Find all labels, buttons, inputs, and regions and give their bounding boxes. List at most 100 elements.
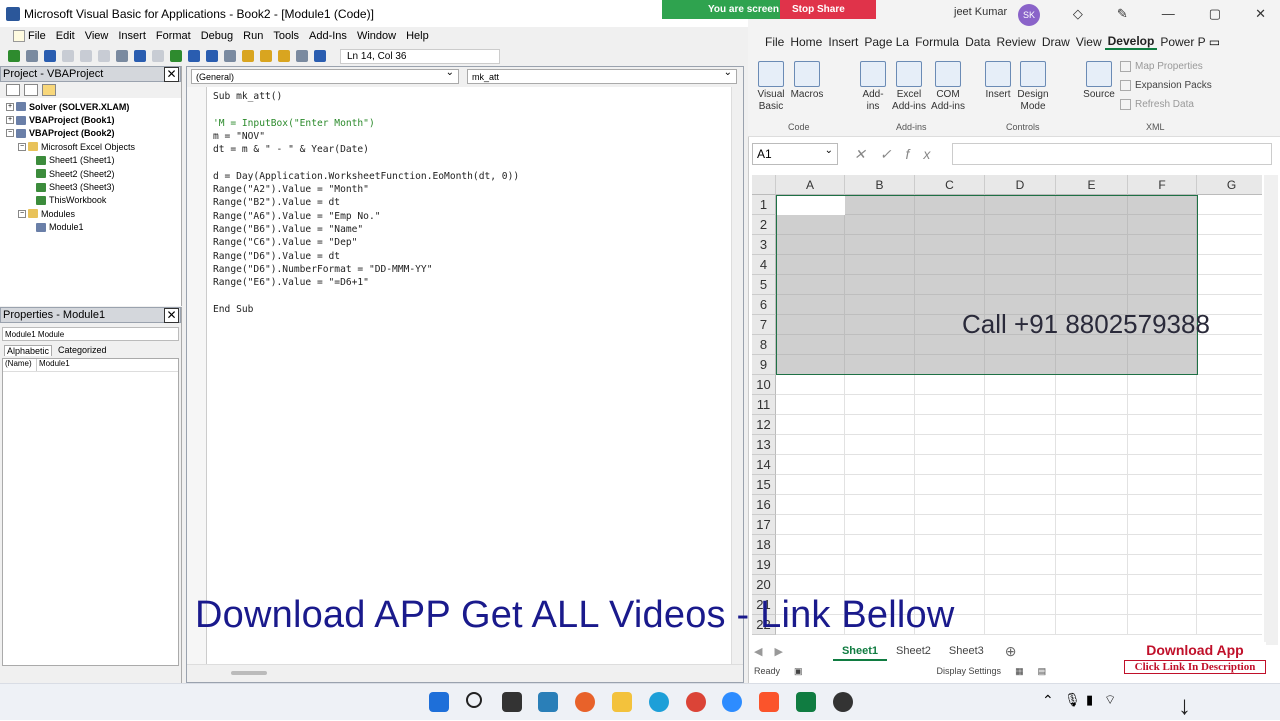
tree-item[interactable]: − VBAProject (Book2) — [6, 127, 181, 140]
ribbon-tab[interactable]: Develop — [1104, 34, 1158, 50]
tree-item[interactable]: + Solver (SOLVER.XLAM) — [6, 100, 181, 113]
row-header[interactable]: 15 — [752, 475, 776, 495]
save-icon[interactable] — [44, 50, 56, 62]
comments-icon[interactable]: ▭ — [1209, 35, 1220, 49]
active-cell[interactable] — [777, 196, 845, 215]
code-vertical-scrollbar[interactable] — [731, 87, 743, 664]
object-browser-icon[interactable] — [278, 50, 290, 62]
tab-categorized[interactable]: Categorized — [58, 345, 107, 356]
ribbon-tab[interactable]: Power P — [1157, 35, 1208, 49]
column-header[interactable]: A — [776, 175, 845, 195]
menu-item-run[interactable]: Run — [238, 30, 268, 42]
column-header[interactable]: D — [985, 175, 1056, 195]
menu-item-debug[interactable]: Debug — [196, 30, 238, 42]
sheet-nav-arrow-icon[interactable]: ▶ — [768, 645, 788, 658]
row-header[interactable]: 20 — [752, 575, 776, 595]
tree-item[interactable]: + VBAProject (Book1) — [6, 113, 181, 126]
brave-icon[interactable] — [759, 692, 779, 712]
tree-item[interactable]: ThisWorkbook — [6, 194, 181, 207]
excel-icon[interactable] — [796, 692, 816, 712]
sheet-nav-arrow-icon[interactable]: ◀ — [748, 645, 768, 658]
file-explorer-icon[interactable] — [612, 692, 632, 712]
refresh-data-button[interactable]: Refresh Data — [1120, 99, 1194, 110]
tree-item[interactable]: − Modules — [6, 207, 181, 220]
expand-icon[interactable]: − — [18, 209, 26, 218]
search-icon[interactable] — [466, 692, 482, 708]
menu-item-insert[interactable]: Insert — [113, 30, 151, 42]
microphone-icon[interactable]: 🎙 — [1064, 692, 1081, 708]
run-icon[interactable] — [170, 50, 182, 62]
close-icon[interactable]: ✕ — [164, 67, 179, 82]
row-header[interactable]: 14 — [752, 455, 776, 475]
paste-icon[interactable] — [98, 50, 110, 62]
com-addins-button[interactable]: COM Add-ins — [930, 61, 966, 113]
code-horizontal-scrollbar[interactable] — [187, 664, 743, 682]
formula-icons[interactable]: ✕✓fx — [854, 146, 944, 163]
row-header[interactable]: 17 — [752, 515, 776, 535]
reset-icon[interactable] — [206, 50, 218, 62]
ribbon-tab[interactable]: Home — [787, 35, 825, 49]
chrome-icon[interactable] — [686, 692, 706, 712]
source-button[interactable]: Source — [1082, 61, 1116, 101]
tree-item[interactable]: Module1 — [6, 221, 181, 234]
ribbon-tab[interactable]: Draw — [1039, 35, 1073, 49]
tree-item[interactable]: − Microsoft Excel Objects — [6, 140, 181, 153]
property-value[interactable]: Module1 — [37, 359, 70, 371]
diamond-icon[interactable]: ◇ — [1073, 6, 1083, 22]
edge-icon[interactable] — [649, 692, 669, 712]
toggle-folders-icon[interactable] — [42, 84, 56, 96]
find-icon[interactable] — [116, 50, 128, 62]
toolbox-icon[interactable] — [296, 50, 308, 62]
scroll-thumb[interactable] — [231, 671, 267, 675]
sheet-tab[interactable]: Sheet3 — [940, 641, 993, 661]
design-mode-icon[interactable] — [224, 50, 236, 62]
selected-range[interactable] — [776, 195, 1198, 375]
obs-icon[interactable] — [833, 692, 853, 712]
ribbon-tab[interactable]: File — [762, 35, 787, 49]
ribbon-tab[interactable]: Insert — [825, 35, 861, 49]
menu-item-view[interactable]: View — [80, 30, 114, 42]
row-header[interactable]: 13 — [752, 435, 776, 455]
row-header[interactable]: 7 — [752, 315, 776, 335]
properties-window-icon[interactable] — [260, 50, 272, 62]
row-header[interactable]: 11 — [752, 395, 776, 415]
design-mode-button[interactable]: Design Mode — [1016, 61, 1050, 113]
tree-item[interactable]: Sheet1 (Sheet1) — [6, 154, 181, 167]
row-header[interactable]: 19 — [752, 555, 776, 575]
insert-control-button[interactable]: Insert — [984, 61, 1012, 101]
ribbon-tab[interactable]: View — [1073, 35, 1105, 49]
display-settings[interactable]: Display Settings — [937, 666, 1002, 676]
page-layout-icon[interactable]: ▤ — [1038, 666, 1047, 677]
sheet-vertical-scrollbar[interactable] — [1264, 175, 1278, 645]
add-sheet-icon[interactable]: ⊕ — [1005, 643, 1017, 660]
view-object-icon[interactable] — [24, 84, 38, 96]
row-header[interactable]: 16 — [752, 495, 776, 515]
help-icon[interactable] — [314, 50, 326, 62]
row-header[interactable]: 18 — [752, 535, 776, 555]
view-code-icon[interactable] — [6, 84, 20, 96]
copy-icon[interactable] — [80, 50, 92, 62]
procedure-dropdown[interactable]: mk_att — [467, 67, 737, 84]
project-explorer-icon[interactable] — [242, 50, 254, 62]
expansion-packs-button[interactable]: Expansion Packs — [1120, 80, 1212, 91]
stop-share-button[interactable]: Stop Share — [780, 0, 876, 19]
redo-icon[interactable] — [152, 50, 164, 62]
expand-icon[interactable]: − — [6, 129, 14, 138]
minimize-icon[interactable]: — — [1162, 6, 1175, 22]
close-icon[interactable]: ✕ — [164, 308, 179, 323]
wifi-icon[interactable]: ⌔ — [1104, 692, 1116, 708]
maximize-icon[interactable]: ▢ — [1209, 6, 1221, 22]
expand-icon[interactable]: − — [18, 142, 26, 151]
properties-object-select[interactable]: Module1 Module — [2, 327, 179, 341]
sheet-tab[interactable]: Sheet1 — [832, 641, 888, 661]
row-header[interactable]: 5 — [752, 275, 776, 295]
zoom-icon[interactable] — [722, 692, 742, 712]
row-header[interactable]: 6 — [752, 295, 776, 315]
menu-item-add-ins[interactable]: Add-Ins — [304, 30, 352, 42]
download-app-badge[interactable]: Download App Click Link In Description — [1124, 642, 1266, 682]
excel-addins-button[interactable]: Excel Add-ins — [892, 61, 926, 113]
firefox-icon[interactable] — [575, 692, 595, 712]
tab-alphabetic[interactable]: Alphabetic — [4, 345, 53, 356]
tree-item[interactable]: Sheet2 (Sheet2) — [6, 167, 181, 180]
object-dropdown[interactable]: (General) — [191, 67, 459, 84]
